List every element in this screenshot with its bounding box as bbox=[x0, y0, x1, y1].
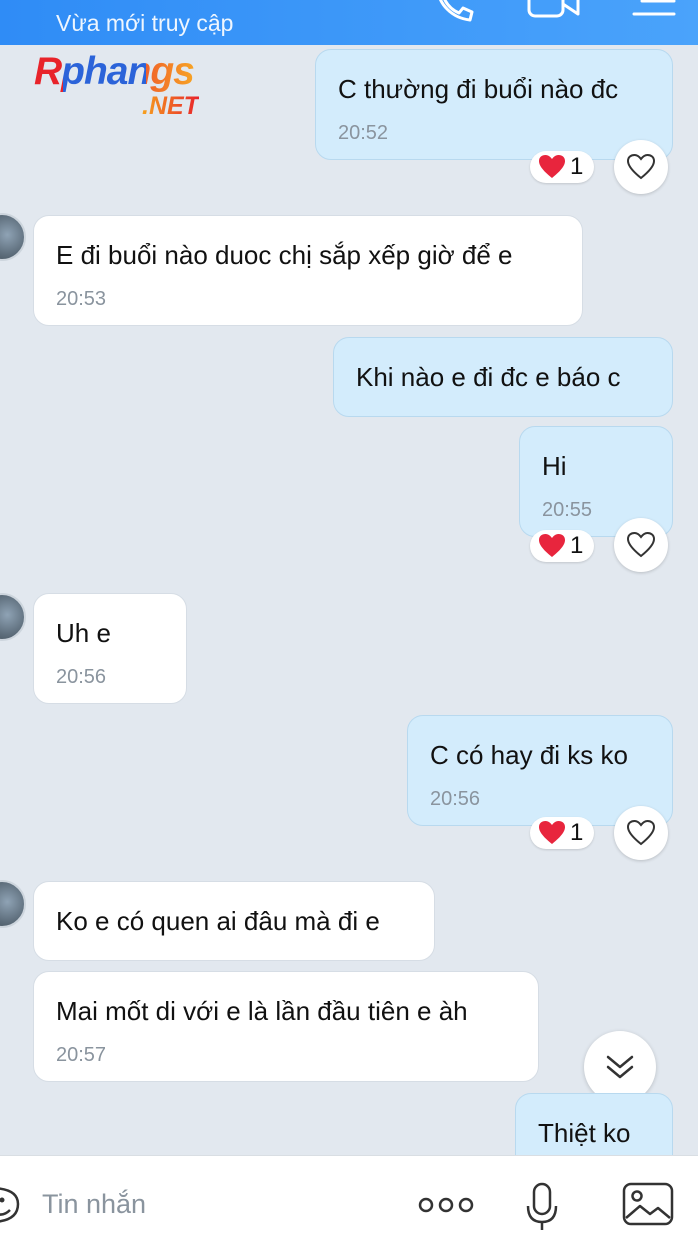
message-text: Ko e có quen ai đâu mà đi e bbox=[56, 906, 380, 936]
reaction-count: 1 bbox=[570, 153, 584, 180]
message-text: Hi bbox=[542, 451, 567, 481]
avatar[interactable] bbox=[0, 593, 26, 641]
video-call-icon[interactable] bbox=[526, 0, 582, 22]
double-chevron-down-icon bbox=[606, 1055, 634, 1079]
message-bubble-outgoing[interactable]: C thường đi buổi nào đc 20:52 bbox=[315, 49, 673, 160]
message-composer: Tin nhắn bbox=[0, 1155, 698, 1252]
message-bubble-incoming[interactable]: Ko e có quen ai đâu mà đi e bbox=[33, 881, 435, 961]
message-bubble-incoming[interactable]: Uh e 20:56 bbox=[33, 593, 187, 704]
heart-outline-icon bbox=[626, 153, 656, 180]
message-bubble-incoming[interactable]: E đi buổi nào duoc chị sắp xếp giờ để e … bbox=[33, 215, 583, 326]
online-status: Vừa mới truy cập bbox=[56, 10, 234, 36]
sticker-icon[interactable] bbox=[0, 1182, 22, 1226]
reaction-badge[interactable]: 1 bbox=[530, 151, 594, 183]
message-input[interactable]: Tin nhắn bbox=[42, 1189, 146, 1220]
reaction-badge[interactable]: 1 bbox=[530, 817, 594, 849]
message-time: 20:53 bbox=[56, 288, 107, 310]
avatar[interactable] bbox=[0, 880, 26, 928]
chat-header: Vừa mới truy cập bbox=[0, 0, 698, 45]
message-text: Khi nào e đi đc e báo c bbox=[356, 362, 621, 392]
message-text: Thiệt ko bbox=[538, 1118, 631, 1148]
like-button[interactable] bbox=[614, 518, 668, 572]
message-time: 20:56 bbox=[430, 788, 481, 810]
message-time: 20:52 bbox=[338, 122, 389, 144]
heart-icon bbox=[539, 821, 565, 844]
message-time: 20:55 bbox=[542, 499, 593, 521]
message-bubble-incoming[interactable]: Mai mốt di với e là lần đầu tiên e àh 20… bbox=[33, 971, 539, 1082]
heart-outline-icon bbox=[626, 819, 656, 846]
reaction-count: 1 bbox=[570, 532, 584, 559]
message-text: Uh e bbox=[56, 618, 111, 648]
image-icon[interactable] bbox=[622, 1182, 674, 1226]
reaction-count: 1 bbox=[570, 819, 584, 846]
reaction-badge[interactable]: 1 bbox=[530, 530, 594, 562]
message-time: 20:56 bbox=[56, 666, 107, 688]
heart-outline-icon bbox=[626, 531, 656, 558]
watermark-suffix: .NET bbox=[142, 92, 199, 120]
more-icon[interactable] bbox=[418, 1196, 474, 1214]
message-text: E đi buổi nào duoc chị sắp xếp giờ để e bbox=[56, 240, 513, 270]
message-bubble-outgoing[interactable]: Khi nào e đi đc e báo c bbox=[333, 337, 673, 417]
like-button[interactable] bbox=[614, 806, 668, 860]
phone-icon[interactable] bbox=[432, 0, 476, 26]
menu-icon[interactable] bbox=[630, 0, 676, 20]
heart-icon bbox=[539, 155, 565, 178]
like-button[interactable] bbox=[614, 140, 668, 194]
avatar[interactable] bbox=[0, 213, 26, 261]
message-text: Mai mốt di với e là lần đầu tiên e àh bbox=[56, 996, 468, 1026]
watermark-text: Rphangs bbox=[34, 50, 195, 93]
message-text: C thường đi buổi nào đc bbox=[338, 74, 619, 104]
heart-icon bbox=[539, 534, 565, 557]
message-time: 20:57 bbox=[56, 1044, 107, 1066]
microphone-icon[interactable] bbox=[522, 1182, 562, 1232]
message-text: C có hay đi ks ko bbox=[430, 740, 628, 770]
watermark-logo: Rphangs .NET bbox=[34, 50, 249, 130]
